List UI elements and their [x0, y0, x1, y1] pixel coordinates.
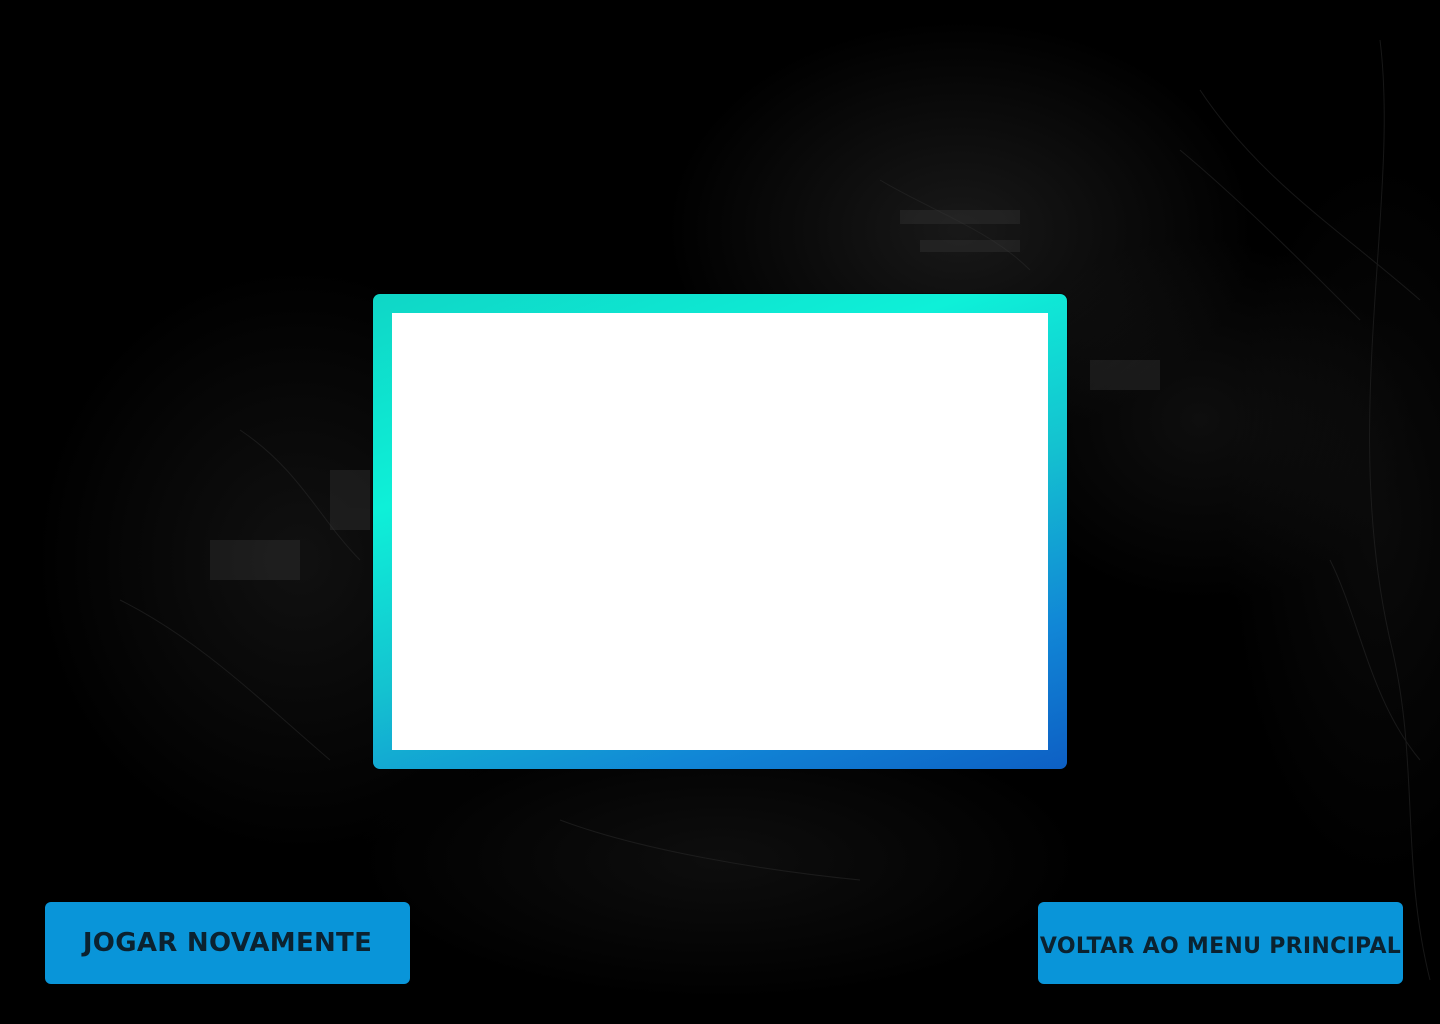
main-menu-label: VOLTAR AO MENU PRINCIPAL — [1039, 933, 1402, 959]
result-frame — [373, 294, 1067, 769]
play-again-button[interactable]: JOGAR NOVAMENTE — [45, 902, 410, 984]
game-over-screen: JOGAR NOVAMENTE VOLTAR AO MENU PRINCIPAL — [0, 0, 1440, 1024]
result-panel — [392, 313, 1048, 750]
play-again-label: JOGAR NOVAMENTE — [82, 928, 373, 958]
main-menu-button[interactable]: VOLTAR AO MENU PRINCIPAL — [1038, 902, 1403, 984]
